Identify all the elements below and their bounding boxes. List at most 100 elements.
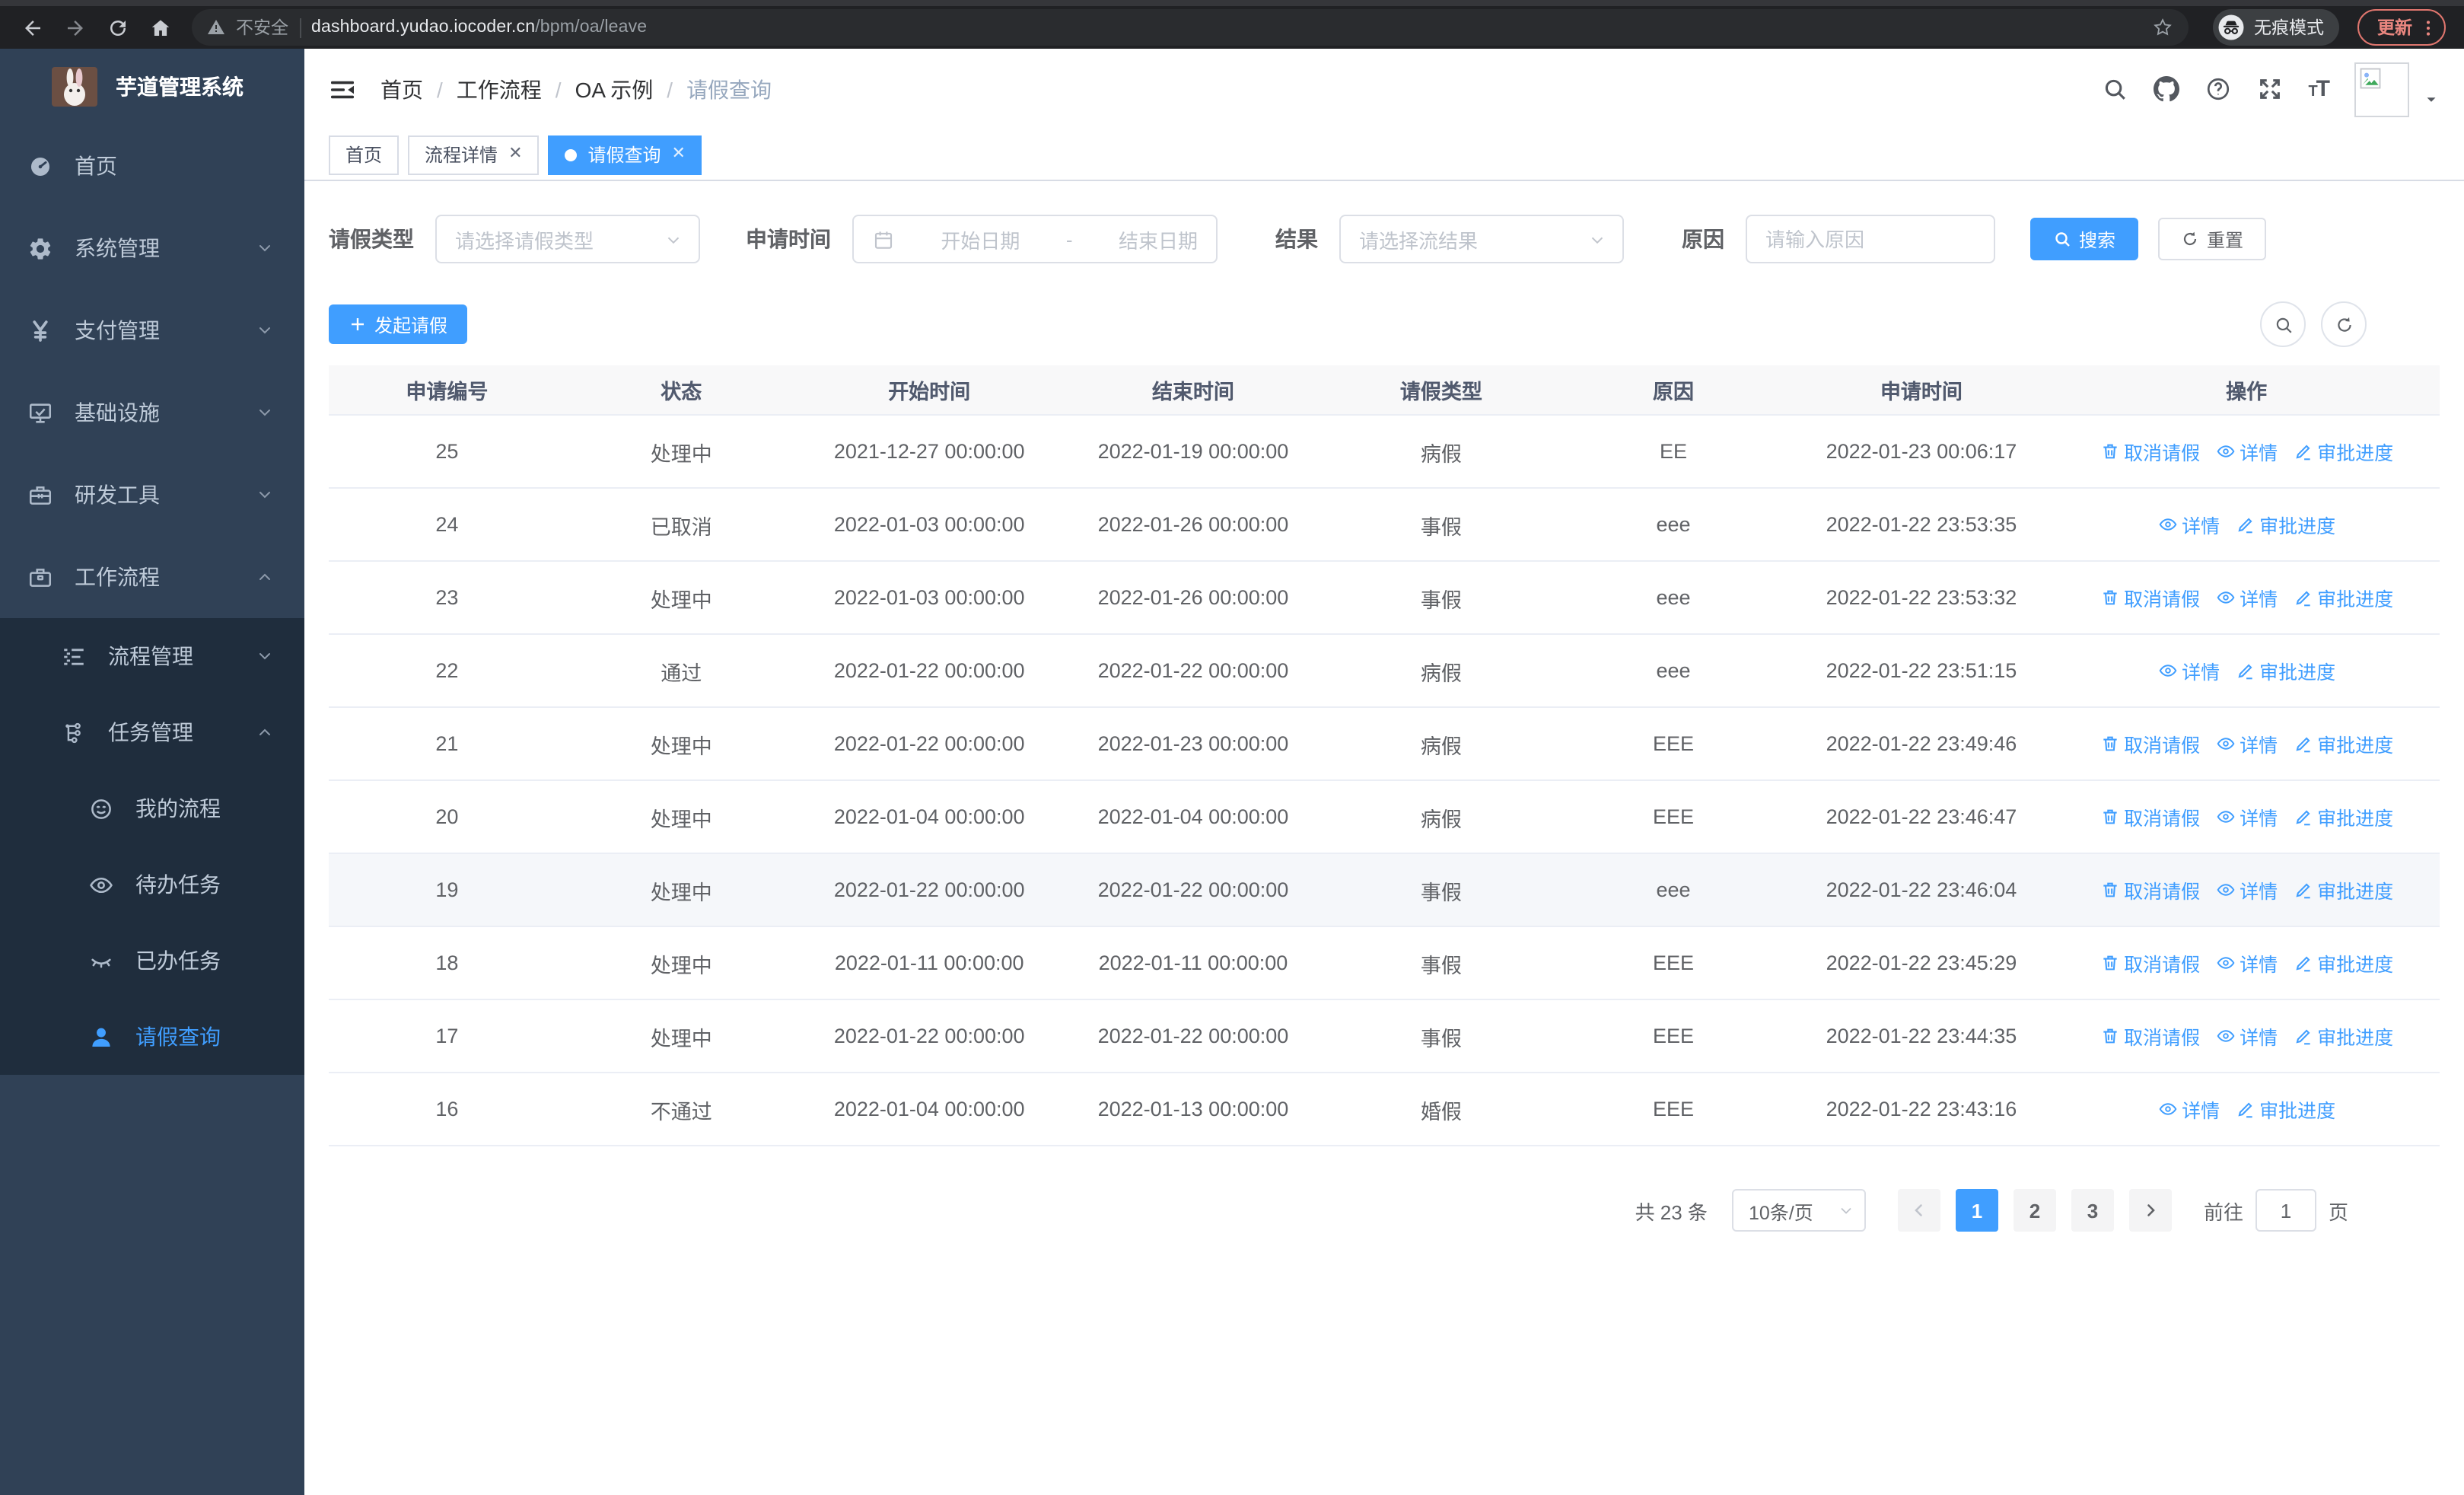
progress-action-link[interactable]: 审批进度 [2235, 656, 2335, 685]
range-separator: - [1065, 228, 1073, 250]
cell-apply_time: 2022-01-22 23:53:32 [1789, 561, 2054, 635]
eye-icon [2215, 1026, 2235, 1046]
prev-page-button[interactable] [1897, 1189, 1940, 1232]
reason-input[interactable] [1747, 216, 1994, 262]
github-icon[interactable] [2153, 76, 2179, 102]
progress-action-link[interactable]: 审批进度 [2293, 729, 2393, 758]
cell-end: 2022-01-19 00:00:00 [1061, 415, 1326, 489]
breadcrumb-item[interactable]: 首页 [380, 74, 423, 104]
search-icon [2053, 230, 2071, 248]
sidebar-item-process-mgmt[interactable]: 流程管理 [0, 618, 304, 694]
sidebar-item-leave-query[interactable]: 请假查询 [0, 999, 304, 1075]
result-select[interactable]: 请选择流结果 [1339, 215, 1624, 263]
chevron-down-icon [256, 321, 274, 339]
sidebar-item-task-mgmt[interactable]: 任务管理 [0, 694, 304, 770]
detail-action-link[interactable]: 详情 [2215, 437, 2278, 466]
page-button-1[interactable]: 1 [1955, 1189, 1998, 1232]
cancel-action-link[interactable]: 取消请假 [2099, 583, 2200, 612]
progress-action-link[interactable]: 审批进度 [2235, 1095, 2335, 1124]
next-page-button[interactable] [2128, 1189, 2172, 1232]
sidebar-item-infrastructure[interactable]: 基础设施 [0, 371, 304, 454]
avatar[interactable] [2354, 62, 2409, 116]
sidebar-item-workflow[interactable]: 工作流程 [0, 536, 304, 618]
table-search-toggle-button[interactable] [2260, 301, 2306, 347]
sidebar-item-todo-tasks[interactable]: 待办任务 [0, 846, 304, 923]
sidebar-item-system-mgmt[interactable]: 系统管理 [0, 207, 304, 289]
cancel-action-link[interactable]: 取消请假 [2099, 437, 2200, 466]
page-button-2[interactable]: 2 [2013, 1189, 2056, 1232]
bookmark-star-icon[interactable] [2152, 17, 2173, 38]
table-refresh-button[interactable] [2321, 301, 2367, 347]
progress-action-link[interactable]: 审批进度 [2293, 948, 2393, 977]
help-icon[interactable] [2205, 76, 2230, 102]
page-url: dashboard.yudao.iocoder.cn/bpm/oa/leave [311, 18, 648, 37]
fullscreen-icon[interactable] [2256, 76, 2282, 102]
security-label: 不安全 [236, 20, 288, 38]
cell-id: 18 [329, 926, 565, 1000]
detail-action-link[interactable]: 详情 [2215, 1022, 2278, 1050]
browser-back-button[interactable] [12, 9, 52, 46]
detail-action-link[interactable]: 详情 [2215, 729, 2278, 758]
tab-leave-query[interactable]: 请假查询 ✕ [548, 135, 702, 174]
detail-action-link[interactable]: 详情 [2215, 802, 2278, 831]
column-header: 申请编号 [329, 365, 565, 416]
sidebar-item-home[interactable]: 首页 [0, 125, 304, 207]
tab-close-icon[interactable]: ✕ [508, 145, 522, 163]
tab-process-detail[interactable]: 流程详情 ✕ [408, 135, 540, 174]
table-row: 17 处理中 2022-01-22 00:00:00 2022-01-22 00:00… [329, 999, 2440, 1073]
progress-action-link[interactable]: 审批进度 [2235, 510, 2335, 539]
cancel-action-link[interactable]: 取消请假 [2099, 802, 2200, 831]
cancel-action-link[interactable]: 取消请假 [2099, 875, 2200, 904]
eye-icon [2215, 880, 2235, 900]
browser-forward-button[interactable] [55, 9, 94, 46]
avatar-caret-icon[interactable] [2423, 91, 2440, 108]
leave-type-select[interactable]: 请选择请假类型 [435, 215, 700, 263]
tab-home[interactable]: 首页 [329, 135, 400, 174]
browser-home-button[interactable] [140, 9, 180, 46]
create-leave-button[interactable]: 发起请假 [329, 304, 468, 344]
apply-time-range-picker[interactable]: 开始日期 - 结束日期 [852, 215, 1218, 263]
progress-action-link[interactable]: 审批进度 [2293, 875, 2393, 904]
cancel-action-link[interactable]: 取消请假 [2099, 1022, 2200, 1050]
progress-action-link[interactable]: 审批进度 [2293, 1022, 2393, 1050]
page-button-3[interactable]: 3 [2071, 1189, 2114, 1232]
cell-apply_time: 2022-01-23 00:06:17 [1789, 415, 2054, 489]
sidebar-item-done-tasks[interactable]: 已办任务 [0, 923, 304, 999]
cell-reason: eee [1557, 634, 1790, 708]
sidebar-item-payment-mgmt[interactable]: 支付管理 [0, 289, 304, 371]
page-size-select[interactable]: 10条/页 [1731, 1189, 1866, 1232]
back-arrow-icon [21, 16, 43, 39]
leave-table: 申请编号 状态 开始时间 结束时间 请假类型 原因 申请时间 操作 25 处理中 2021-12-… [329, 365, 2440, 1146]
progress-action-link[interactable]: 审批进度 [2293, 437, 2393, 466]
detail-action-link[interactable]: 详情 [2215, 948, 2278, 977]
breadcrumb-item[interactable]: OA 示例 [575, 74, 654, 104]
cancel-action-link[interactable]: 取消请假 [2099, 948, 2200, 977]
pagination: 共 23 条 10条/页 123 前往 页 [329, 1189, 2440, 1232]
chevron-down-icon [664, 229, 683, 249]
search-button[interactable]: 搜索 [2030, 218, 2139, 260]
reset-button[interactable]: 重置 [2158, 218, 2267, 260]
sidebar-item-label: 基础设施 [75, 400, 160, 425]
cancel-action-link[interactable]: 取消请假 [2099, 729, 2200, 758]
search-icon[interactable] [2101, 76, 2127, 102]
font-size-icon[interactable]: TT [2308, 78, 2330, 100]
detail-action-link[interactable]: 详情 [2215, 875, 2278, 904]
sidebar-item-my-process[interactable]: 我的流程 [0, 770, 304, 846]
tab-close-icon[interactable]: ✕ [672, 145, 686, 163]
breadcrumb-item[interactable]: 工作流程 [457, 74, 542, 104]
progress-action-link[interactable]: 审批进度 [2293, 802, 2393, 831]
detail-action-link[interactable]: 详情 [2157, 510, 2220, 539]
progress-action-link[interactable]: 审批进度 [2293, 583, 2393, 612]
browser-reload-button[interactable] [97, 9, 137, 46]
kebab-menu-icon[interactable] [2418, 18, 2438, 37]
sidebar-collapse-icon[interactable] [329, 75, 356, 103]
address-bar[interactable]: 不安全 dashboard.yudao.iocoder.cn/bpm/oa/le… [192, 9, 2189, 46]
browser-update-button[interactable]: 更新 [2357, 9, 2446, 46]
cell-actions: 取消请假 详情 审批进度 [2053, 926, 2440, 1000]
sidebar-item-dev-tools[interactable]: 研发工具 [0, 454, 304, 536]
pen-icon [2293, 734, 2313, 754]
detail-action-link[interactable]: 详情 [2157, 1095, 2220, 1124]
detail-action-link[interactable]: 详情 [2157, 656, 2220, 685]
detail-action-link[interactable]: 详情 [2215, 583, 2278, 612]
goto-page-input[interactable] [2255, 1189, 2316, 1232]
